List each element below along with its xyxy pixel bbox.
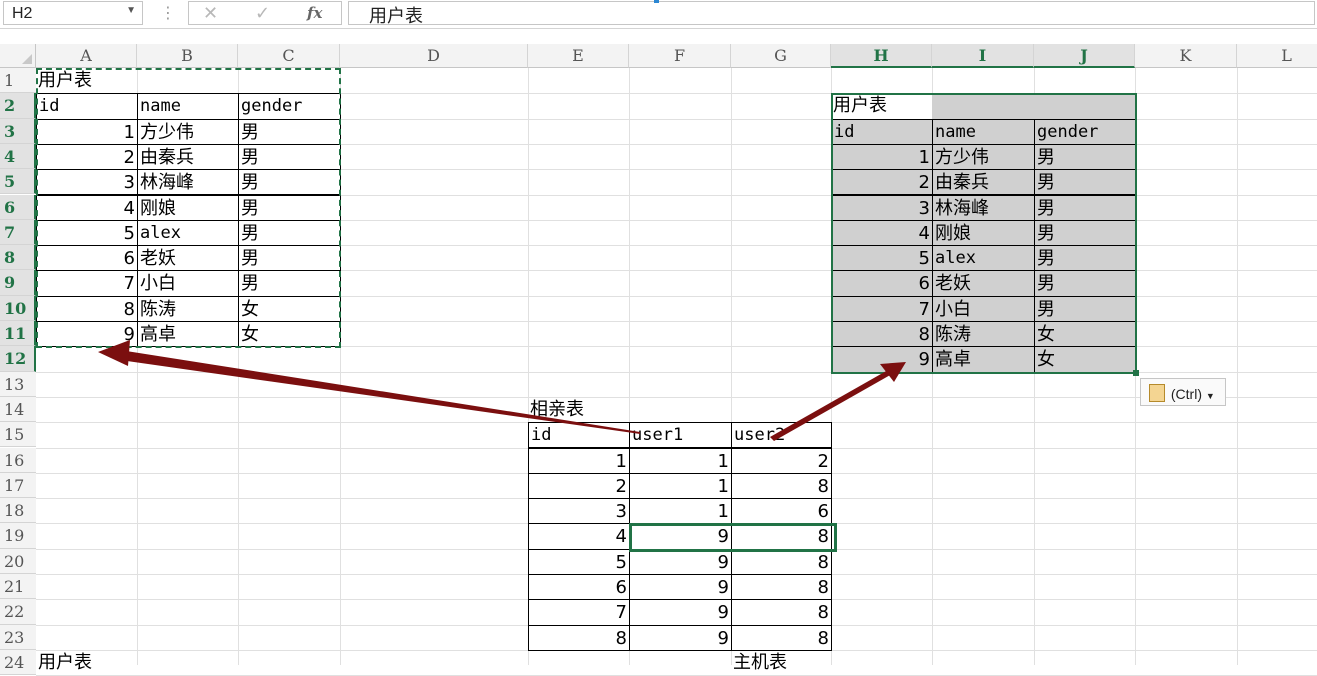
clipboard-icon [1149, 384, 1165, 402]
paste-options-button[interactable]: (Ctrl) ▼ [1140, 378, 1226, 406]
arrow-to-pasted-table [770, 370, 892, 441]
chevron-down-icon: ▼ [1205, 391, 1215, 401]
arrow-head-right [880, 362, 906, 382]
arrow-to-user-table [108, 350, 640, 434]
arrow-head-left [98, 340, 130, 366]
paste-options-label: (Ctrl) [1170, 386, 1202, 402]
annotation-arrows [98, 340, 906, 441]
